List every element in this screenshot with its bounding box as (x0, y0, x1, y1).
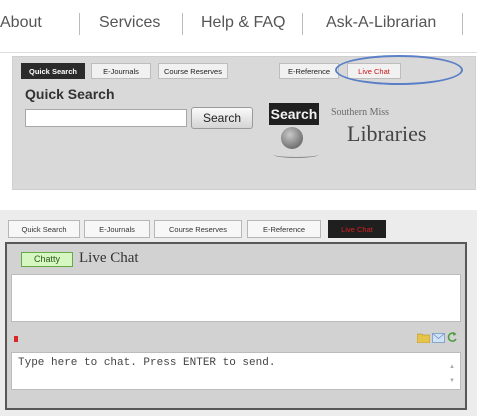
top-navigation: About Services Help & FAQ Ask-A-Libraria… (0, 0, 477, 53)
tab-e-journals[interactable]: E-Journals (84, 220, 150, 238)
nav-divider (182, 13, 183, 35)
tab-quick-search[interactable]: Quick Search (8, 220, 80, 238)
tab-e-journals[interactable]: E-Journals (91, 63, 151, 79)
library-quick-search-panel: About Services Help & FAQ Ask-A-Libraria… (0, 0, 477, 192)
tab-live-chat[interactable]: Live Chat (328, 220, 386, 238)
nav-divider (302, 13, 303, 35)
globe-icon (281, 127, 303, 149)
chat-log (11, 274, 461, 322)
scroll-down-icon[interactable]: ▼ (449, 378, 455, 384)
tab-course-reserves[interactable]: Course Reserves (158, 63, 228, 79)
search-button[interactable]: Search (191, 107, 253, 129)
nav-help-faq[interactable]: Help & FAQ (201, 14, 285, 32)
folder-icon[interactable] (417, 332, 430, 343)
scroll-up-icon[interactable]: ▲ (449, 364, 455, 370)
search-input[interactable] (25, 109, 187, 127)
nav-services[interactable]: Services (99, 14, 160, 32)
quick-search-box: Quick Search E-Journals Course Reserves … (12, 55, 476, 190)
library-name-line1: Southern Miss (331, 107, 390, 118)
live-chat-highlight-circle (335, 55, 463, 85)
search-logo: Search (269, 103, 319, 163)
live-chat-panel: Quick Search E-Journals Course Reserves … (0, 210, 477, 416)
nav-divider (462, 13, 463, 35)
library-name-line2: Libraries (347, 121, 427, 146)
sound-off-icon[interactable] (14, 336, 18, 342)
mail-icon[interactable] (432, 332, 445, 343)
nav-divider (79, 13, 80, 35)
chat-title: Live Chat (79, 250, 139, 266)
tab-course-reserves[interactable]: Course Reserves (154, 220, 242, 238)
quick-search-heading: Quick Search (25, 86, 115, 102)
nav-about[interactable]: About (0, 14, 42, 32)
chat-input[interactable] (11, 352, 461, 390)
tab-e-reference[interactable]: E-Reference (247, 220, 321, 238)
tab-e-reference[interactable]: E-Reference (279, 63, 339, 79)
swoosh-graphic (273, 151, 319, 158)
refresh-icon[interactable] (447, 332, 457, 343)
chat-widget: Chatty Live Chat ▲ ▼ (5, 242, 467, 410)
chatty-badge[interactable]: Chatty (21, 252, 73, 267)
search-logo-word: Search (269, 103, 319, 125)
nav-ask-a-librarian[interactable]: Ask-A-Librarian (326, 14, 436, 32)
chat-toolbar (417, 332, 457, 344)
tab-quick-search[interactable]: Quick Search (21, 63, 85, 79)
